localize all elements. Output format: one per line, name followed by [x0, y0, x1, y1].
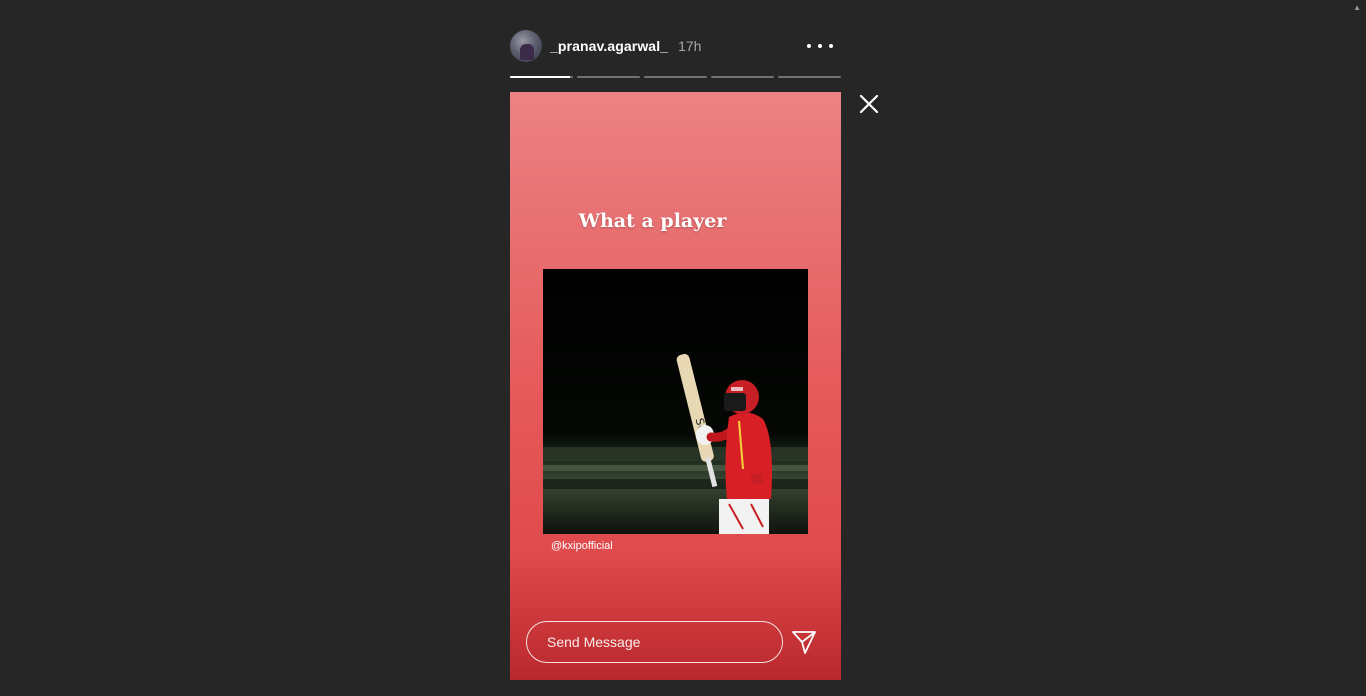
send-message-input[interactable]: [526, 621, 783, 663]
avatar[interactable]: [510, 30, 542, 62]
progress-segment-fill: [510, 76, 570, 78]
more-options-icon[interactable]: [807, 36, 833, 56]
story-caption: What a player: [578, 210, 727, 232]
cricketer-photo: SG: [543, 269, 808, 534]
story-photo: SG: [543, 269, 808, 534]
reply-bar: [526, 620, 825, 664]
progress-segment: [510, 76, 573, 78]
username[interactable]: _pranav.agarwal_: [550, 38, 668, 54]
scroll-up-arrow[interactable]: ▲: [1353, 3, 1361, 12]
progress-segment: [711, 76, 774, 78]
story-progress-bar: [510, 76, 841, 79]
progress-segment: [778, 76, 841, 78]
close-icon[interactable]: [858, 93, 880, 115]
mention-tag[interactable]: @kxipofficial: [551, 540, 613, 552]
timestamp: 17h: [678, 38, 702, 54]
story-viewer: ▲ _pranav.agarwal_ 17h What a player SG …: [0, 0, 1366, 696]
progress-segment: [577, 76, 640, 78]
story-header: _pranav.agarwal_ 17h: [510, 30, 841, 62]
send-icon[interactable]: [791, 629, 817, 655]
story-content[interactable]: What a player SG @kxipofficial Send Mess…: [510, 92, 841, 680]
progress-segment: [644, 76, 707, 78]
